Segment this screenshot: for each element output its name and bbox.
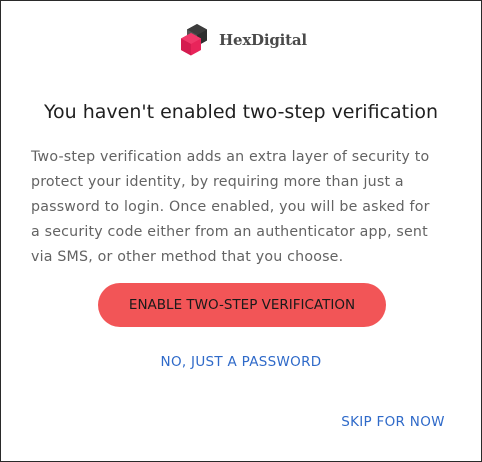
enable-two-step-button[interactable]: ENABLE TWO-STEP VERIFICATION <box>98 283 386 327</box>
description-line: password to login. Once enabled, you wil… <box>31 199 430 215</box>
description-line: via SMS, or other method that you choose… <box>31 249 344 265</box>
hexagon-cube-icon <box>180 23 210 57</box>
description-line: Two-step verification adds an extra laye… <box>31 149 430 165</box>
brand-name: HexDigital <box>219 31 307 49</box>
skip-for-now-button[interactable]: SKIP FOR NOW <box>337 412 449 432</box>
description-line: a security code either from an authentic… <box>31 224 428 240</box>
description-line: protect your identity, by requiring more… <box>31 174 404 190</box>
password-only-button[interactable]: NO, JUST A PASSWORD <box>1 352 481 372</box>
dialog-description: Two-step verification adds an extra laye… <box>31 145 461 270</box>
brand-header: HexDigital <box>180 22 307 58</box>
two-step-prompt-dialog: HexDigital You haven't enabled two-step … <box>0 0 482 462</box>
dialog-title: You haven't enabled two-step verificatio… <box>43 101 439 123</box>
